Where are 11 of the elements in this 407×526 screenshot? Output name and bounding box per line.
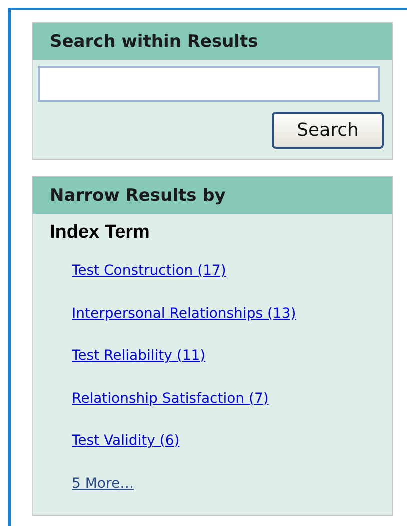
filter-link[interactable]: Relationship Satisfaction (7)	[72, 390, 269, 406]
search-button[interactable]: Search	[272, 112, 384, 149]
filter-link[interactable]: 5 More…	[72, 476, 134, 492]
panel-header: Search within Results	[33, 23, 392, 60]
filter-link[interactable]: Test Reliability (11)	[72, 348, 206, 364]
search-field[interactable]	[38, 66, 380, 102]
section-heading: Index Term	[50, 222, 151, 245]
filter-link[interactable]: Test Validity (6)	[72, 433, 180, 449]
filter-link[interactable]: Test Construction (17)	[72, 263, 226, 279]
filter-link[interactable]: Interpersonal Relationships (13)	[72, 306, 296, 322]
panel-header: Narrow Results by	[33, 177, 392, 214]
